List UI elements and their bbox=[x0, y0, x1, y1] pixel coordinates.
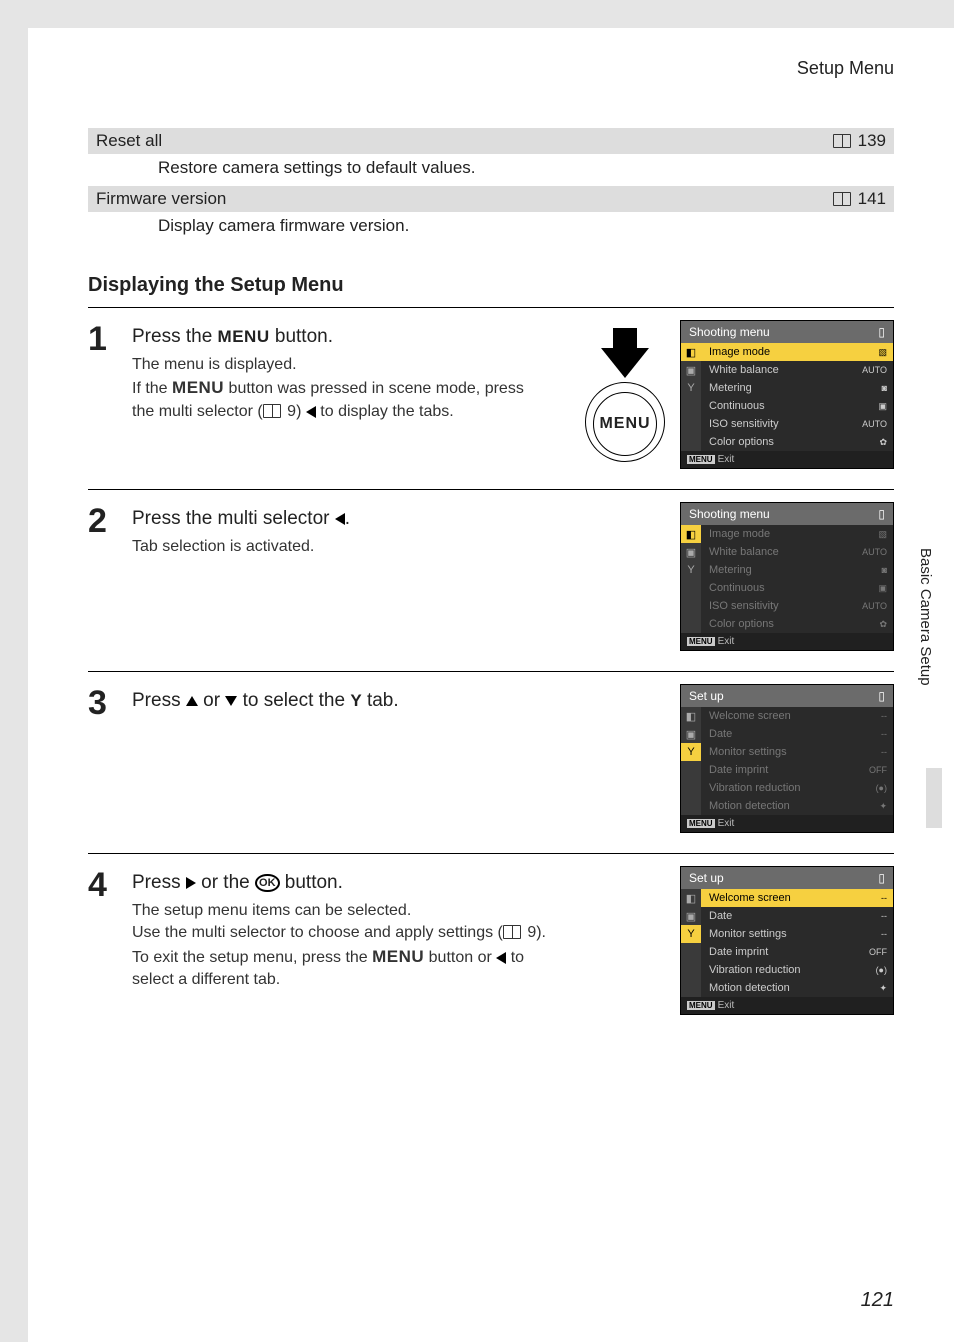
movie-tab-icon: ▣ bbox=[681, 543, 701, 561]
side-tab-marker bbox=[926, 768, 942, 828]
wrench-tab-icon: Y bbox=[681, 925, 701, 943]
step-text: Tab selection is activated. bbox=[132, 536, 532, 558]
book-icon bbox=[833, 192, 851, 206]
row-desc: Restore camera settings to default value… bbox=[88, 154, 894, 186]
step-title: Press the MENU button. bbox=[132, 326, 572, 348]
up-arrow-icon bbox=[186, 696, 198, 706]
row-page-ref: 139 bbox=[833, 131, 886, 151]
camera-tab-icon: ◧ bbox=[681, 525, 701, 543]
movie-tab-icon: ▣ bbox=[681, 361, 701, 379]
movie-tab-icon: ▣ bbox=[681, 725, 701, 743]
section-header: Setup Menu bbox=[797, 58, 894, 79]
menu-word: MENU bbox=[172, 378, 224, 397]
page-number: 121 bbox=[861, 1289, 894, 1312]
camera-menu-screenshot: Shooting menu▯ ◧ ▣ Y Image mode▧ White b… bbox=[680, 320, 894, 469]
wrench-icon: Y bbox=[350, 691, 361, 711]
camera-menu-screenshot: Set up▯ ◧ ▣ Y Welcome screen-- Date-- Mo… bbox=[680, 684, 894, 833]
row-title: Reset all bbox=[96, 131, 162, 151]
step-title: Press or to select the Y tab. bbox=[132, 690, 672, 712]
book-icon bbox=[503, 925, 521, 939]
arrow-down-icon bbox=[601, 348, 649, 378]
left-arrow-icon bbox=[496, 952, 506, 964]
ok-button-icon: OK bbox=[255, 874, 280, 892]
row-title: Firmware version bbox=[96, 189, 226, 209]
step-number: 1 bbox=[88, 320, 132, 469]
book-icon bbox=[263, 404, 281, 418]
wrench-tab-icon: Y bbox=[681, 561, 701, 579]
wrench-tab-icon: Y bbox=[681, 379, 701, 397]
camera-tab-icon: ◧ bbox=[681, 707, 701, 725]
left-arrow-icon bbox=[306, 406, 316, 418]
step-title: Press the multi selector . bbox=[132, 508, 672, 530]
step-title: Press or the OK button. bbox=[132, 872, 672, 894]
camera-tab-icon: ◧ bbox=[681, 889, 701, 907]
step-text: The setup menu items can be selected. bbox=[132, 900, 552, 922]
menu-row-firmware: Firmware version 141 bbox=[88, 186, 894, 212]
row-page-ref: 141 bbox=[833, 189, 886, 209]
subsection-heading: Displaying the Setup Menu bbox=[88, 274, 894, 297]
wrench-tab-icon: Y bbox=[681, 743, 701, 761]
side-section-label: Basic Camera Setup bbox=[917, 548, 934, 686]
menu-button-illustration: MENU bbox=[580, 320, 670, 462]
step-text: To exit the setup menu, press the MENU b… bbox=[132, 945, 552, 992]
step-number: 4 bbox=[88, 866, 132, 1015]
menu-button: MENU bbox=[585, 382, 665, 462]
menu-word: MENU bbox=[372, 947, 424, 966]
left-arrow-icon bbox=[335, 513, 345, 525]
camera-menu-screenshot: Shooting menu▯ ◧ ▣ Y Image mode▧ White b… bbox=[680, 502, 894, 651]
movie-tab-icon: ▣ bbox=[681, 907, 701, 925]
camera-tab-icon: ◧ bbox=[681, 343, 701, 361]
right-arrow-icon bbox=[186, 877, 196, 889]
step-number: 2 bbox=[88, 502, 132, 651]
down-arrow-icon bbox=[225, 696, 237, 706]
book-icon bbox=[833, 134, 851, 148]
step-text: Use the multi selector to choose and app… bbox=[132, 922, 552, 944]
step-text: If the MENU button was pressed in scene … bbox=[132, 376, 532, 423]
step-number: 3 bbox=[88, 684, 132, 833]
step-text: The menu is displayed. bbox=[132, 354, 532, 376]
menu-word: MENU bbox=[218, 327, 270, 346]
camera-menu-screenshot: Set up▯ ◧ ▣ Y Welcome screen-- Date-- Mo… bbox=[680, 866, 894, 1015]
menu-row-reset-all: Reset all 139 bbox=[88, 128, 894, 154]
row-desc: Display camera firmware version. bbox=[88, 212, 894, 244]
